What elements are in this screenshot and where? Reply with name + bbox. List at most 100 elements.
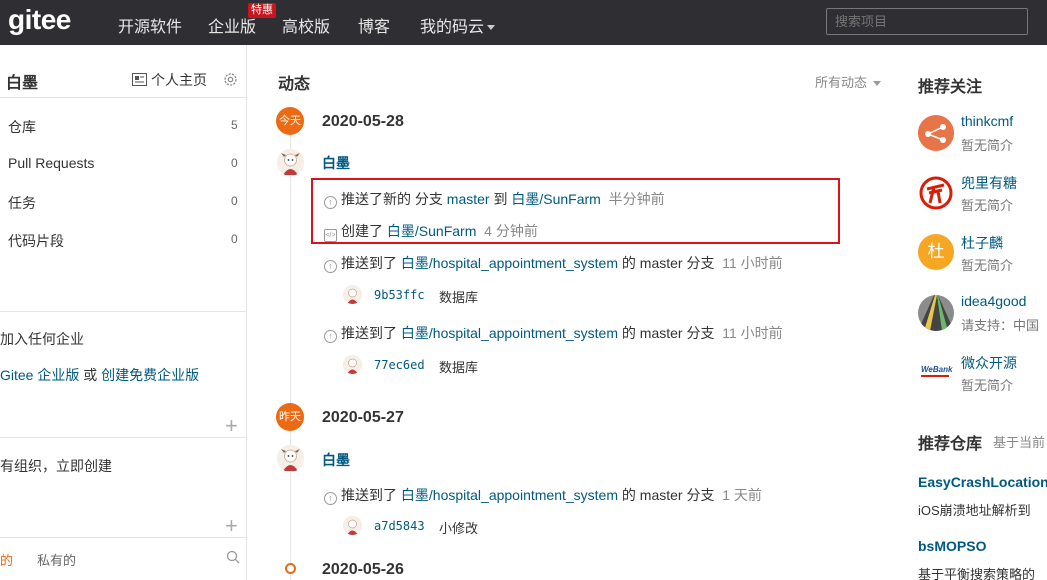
- user-avatar[interactable]: [918, 295, 954, 331]
- date-heading: 2020-05-26: [322, 561, 404, 578]
- recommended-repo-desc: iOS崩溃地址解析到: [918, 503, 1031, 518]
- org-create-hint[interactable]: 有组织，立即创建: [0, 456, 112, 476]
- sidebar-username: 白墨: [6, 75, 39, 92]
- repo-link[interactable]: 白墨/hospital_appointment_system: [401, 255, 618, 271]
- add-enterprise-icon[interactable]: +: [225, 413, 238, 439]
- activity-text: 的 master 分支: [618, 255, 715, 271]
- commit-avatar: [343, 516, 362, 535]
- divider: [0, 311, 246, 312]
- sidebar-item-snippets[interactable]: 代码片段: [8, 231, 64, 251]
- recommended-user-desc: 暂无简介: [961, 138, 1014, 153]
- commit-message: 数据库: [439, 360, 479, 375]
- add-org-icon[interactable]: +: [225, 513, 238, 539]
- push-icon: ↑: [324, 330, 337, 343]
- commit-sha[interactable]: 77ec6ed: [374, 358, 425, 372]
- user-avatar[interactable]: [277, 149, 304, 176]
- push-icon: ↑: [324, 492, 337, 505]
- repos-count: 5: [231, 118, 238, 132]
- recommended-user-name[interactable]: 杜子麟: [961, 233, 1003, 253]
- promo-badge: 特惠: [248, 3, 276, 18]
- activity-time: 11 小时前: [722, 325, 783, 341]
- road-image: [918, 295, 954, 331]
- feed-title: 动态: [278, 76, 311, 93]
- avatar-image: [277, 445, 304, 472]
- date-heading: 2020-05-28: [322, 113, 404, 130]
- push-icon: ↑: [324, 260, 337, 273]
- brand-logo: [919, 176, 953, 210]
- user-avatar[interactable]: [918, 115, 954, 151]
- recommended-repo-name[interactable]: bsMOPSO: [918, 538, 986, 554]
- gear-icon[interactable]: [223, 72, 238, 87]
- nav-my-gitee-label: 我的码云: [420, 19, 485, 36]
- homepage-link-label: 个人主页: [151, 72, 207, 88]
- recommended-repo-name[interactable]: EasyCrashLocation: [918, 474, 1047, 490]
- snippets-count: 0: [231, 232, 238, 246]
- sidebar-border: [246, 45, 247, 580]
- recommended-user-desc: 暂无简介: [961, 198, 1014, 213]
- gitee-logo[interactable]: gitee: [8, 4, 71, 36]
- search-input[interactable]: [826, 8, 1028, 35]
- nav-my-gitee[interactable]: 我的码云: [420, 13, 496, 37]
- activity-text: 推送到了: [341, 255, 401, 271]
- feed-filter-dropdown[interactable]: 所有动态: [815, 72, 882, 91]
- sidebar-item-issues[interactable]: 任务: [8, 193, 36, 213]
- homepage-link[interactable]: 个人主页: [132, 70, 207, 90]
- repo-link[interactable]: 白墨/hospital_appointment_system: [401, 487, 618, 503]
- repo-link[interactable]: 白墨/hospital_appointment_system: [401, 325, 618, 341]
- recommended-user-name[interactable]: thinkcmf: [961, 113, 1013, 129]
- activity-text: 推送到了: [341, 325, 401, 341]
- recommended-user-desc: 暂无简介: [961, 258, 1014, 273]
- issues-count: 0: [231, 194, 238, 208]
- recommended-repos-title: 推荐仓库: [918, 436, 983, 453]
- gitee-enterprise-link[interactable]: Gitee 企业版: [0, 367, 79, 383]
- commit-message: 数据库: [439, 290, 479, 305]
- divider: [0, 97, 246, 98]
- create-enterprise-link[interactable]: 创建免费企业版: [101, 367, 199, 383]
- enterprise-links: Gitee 企业版 或 创建免费企业版: [0, 365, 199, 385]
- commit-message: 小修改: [439, 521, 479, 536]
- tab-mine[interactable]: 的: [0, 550, 13, 569]
- user-avatar[interactable]: [277, 445, 304, 472]
- nav-blog[interactable]: 博客: [358, 13, 390, 37]
- chevron-down-icon: [487, 25, 496, 31]
- nav-open-source[interactable]: 开源软件: [118, 13, 182, 37]
- activity-time: 1 天前: [722, 487, 762, 503]
- timeline-line: [290, 120, 291, 580]
- webank-logo-text: WeBank: [921, 365, 953, 374]
- today-badge: 今天: [276, 107, 304, 135]
- chevron-down-icon: [873, 81, 882, 87]
- activity-push-master: ↑ 推送到了 白墨/hospital_appointment_system 的 m…: [324, 323, 783, 343]
- divider: [0, 437, 246, 438]
- search-icon[interactable]: [226, 550, 240, 564]
- recommended-repo-desc: 基于平衡搜索策略的: [918, 567, 1036, 580]
- pull-requests-count: 0: [231, 156, 238, 170]
- recommended-follow-title: 推荐关注: [918, 79, 983, 96]
- nav-education[interactable]: 高校版: [282, 13, 330, 37]
- user-avatar[interactable]: [918, 175, 954, 211]
- sidebar-item-repos[interactable]: 仓库: [8, 117, 36, 137]
- sidebar-item-pull-requests[interactable]: Pull Requests: [8, 155, 94, 171]
- commit-avatar: [343, 355, 362, 374]
- activity-push-master: ↑ 推送到了 白墨/hospital_appointment_system 的 m…: [324, 253, 783, 273]
- feed-filter-label: 所有动态: [815, 75, 868, 90]
- commit-sha[interactable]: a7d5843: [374, 519, 425, 533]
- commit-sha[interactable]: 9b53ffc: [374, 288, 425, 302]
- divider: [0, 537, 246, 538]
- user-avatar[interactable]: WeBank: [918, 354, 954, 390]
- date-heading: 2020-05-27: [322, 409, 404, 426]
- recommended-user-name[interactable]: 兜里有糖: [961, 173, 1017, 193]
- recommended-user-name[interactable]: idea4good: [961, 293, 1026, 309]
- recommended-user-name[interactable]: 微众开源: [961, 353, 1017, 373]
- feed-username[interactable]: 白墨: [322, 450, 350, 470]
- activity-text: 的 master 分支: [618, 325, 715, 341]
- activity-push-master: ↑ 推送到了 白墨/hospital_appointment_system 的 m…: [324, 485, 762, 505]
- feed-username[interactable]: 白墨: [322, 153, 350, 173]
- tab-private[interactable]: 私有的: [37, 550, 76, 569]
- commit-avatar: [343, 285, 362, 304]
- highlight-annotation: [311, 178, 840, 244]
- logo-stripe: [921, 375, 949, 377]
- profile-card-icon: [132, 73, 147, 86]
- user-avatar[interactable]: 杜: [918, 234, 954, 270]
- timeline-dot: [285, 563, 296, 574]
- activity-time: 11 小时前: [722, 255, 783, 271]
